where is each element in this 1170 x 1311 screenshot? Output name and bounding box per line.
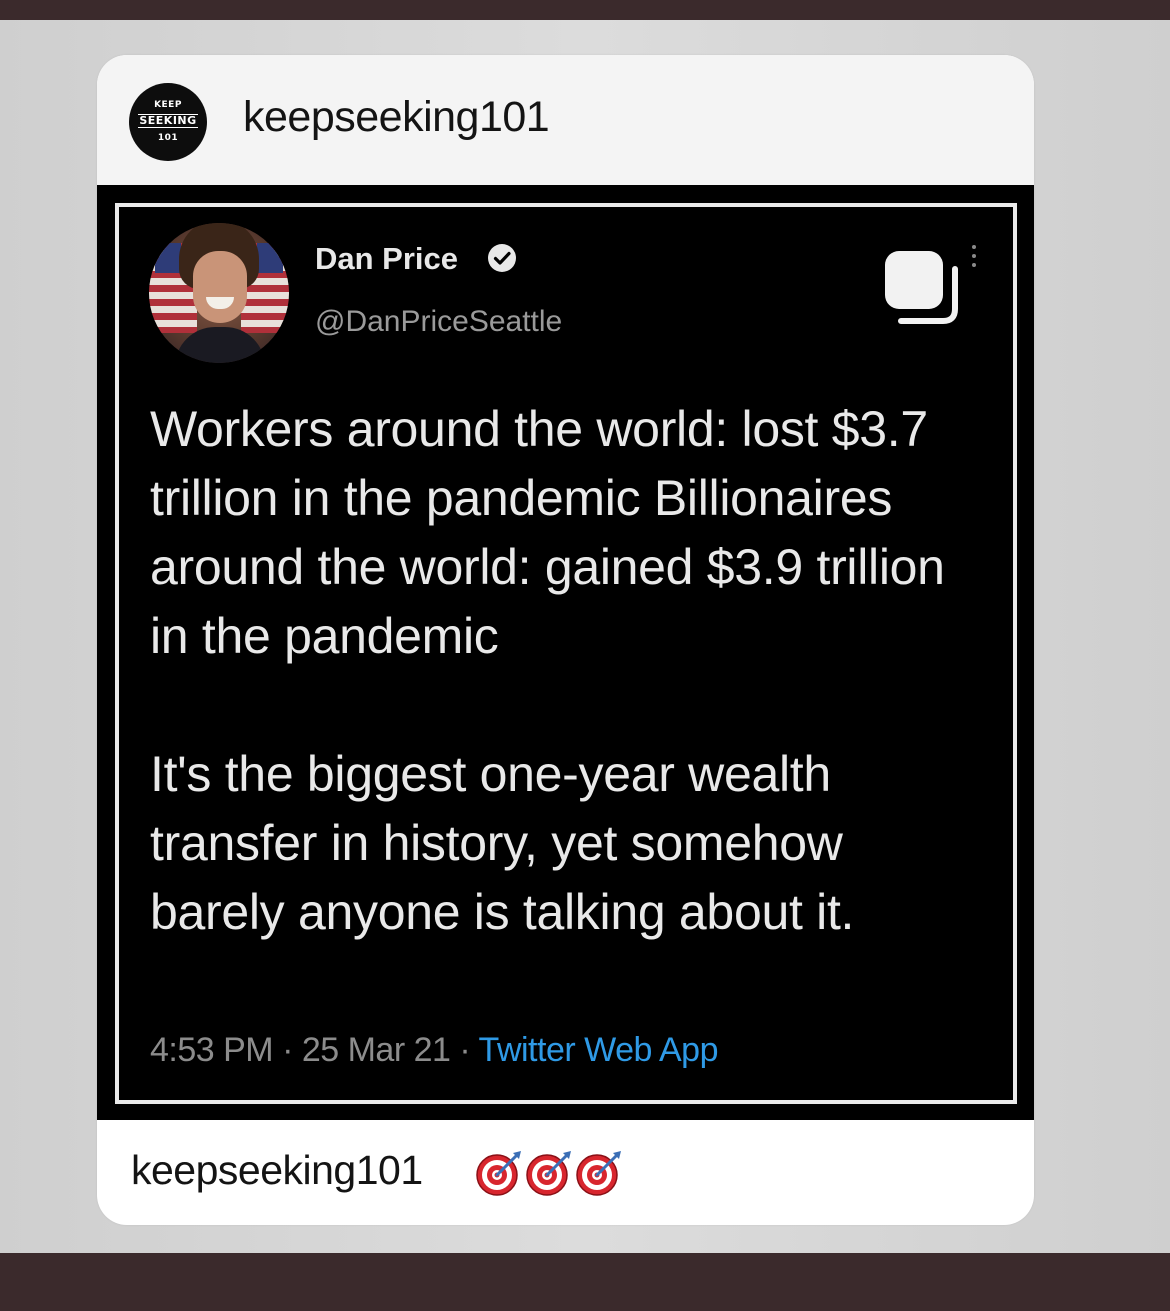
tweet-frame: Dan Price @DanPriceSeattle Workers aroun… — [115, 203, 1017, 1104]
story-backdrop: KEEP SEEKING 101 keepseeking101 Dan Pric… — [0, 20, 1170, 1253]
copy-icon — [885, 251, 958, 324]
verified-badge-icon — [488, 244, 516, 272]
tweet-screenshot: Dan Price @DanPriceSeattle Workers aroun… — [97, 185, 1034, 1120]
more-options-icon — [971, 245, 977, 272]
target-icon — [476, 1151, 521, 1196]
shared-post-card[interactable]: KEEP SEEKING 101 keepseeking101 Dan Pric… — [97, 55, 1034, 1225]
tweet-paragraph: Workers around the world: lost $3.7 tril… — [150, 401, 945, 664]
avatar-logo-line-3: 101 — [157, 133, 179, 143]
tweet-date: 25 Mar 21 — [301, 1031, 451, 1069]
caption-username[interactable]: keepseeking101 — [131, 1147, 423, 1194]
tweet-metadata: 4:53 PM · 25 Mar 21 · Twitter Web App — [150, 1031, 718, 1070]
tweet-source-link: Twitter Web App — [478, 1031, 719, 1069]
target-icon — [526, 1151, 571, 1196]
tweet-display-name: Dan Price — [315, 241, 459, 276]
meta-separator: · — [273, 1031, 302, 1069]
tweet-handle: @DanPriceSeattle — [315, 305, 563, 338]
caption-emojis — [475, 1148, 625, 1200]
avatar-logo-line-1: KEEP — [154, 100, 182, 110]
target-icon — [576, 1151, 621, 1196]
meta-separator: · — [450, 1031, 479, 1069]
avatar-logo-line-2: SEEKING — [138, 114, 198, 128]
tweet-paragraph: It's the biggest one-year wealth transfe… — [150, 746, 855, 940]
tweet-time: 4:53 PM — [150, 1031, 274, 1069]
tweet-text: Workers around the world: lost $3.7 tril… — [150, 395, 970, 947]
header-username[interactable]: keepseeking101 — [243, 93, 550, 142]
account-avatar[interactable]: KEEP SEEKING 101 — [129, 83, 207, 161]
tweet-author-avatar — [149, 223, 289, 363]
post-header: KEEP SEEKING 101 keepseeking101 — [97, 55, 1034, 185]
